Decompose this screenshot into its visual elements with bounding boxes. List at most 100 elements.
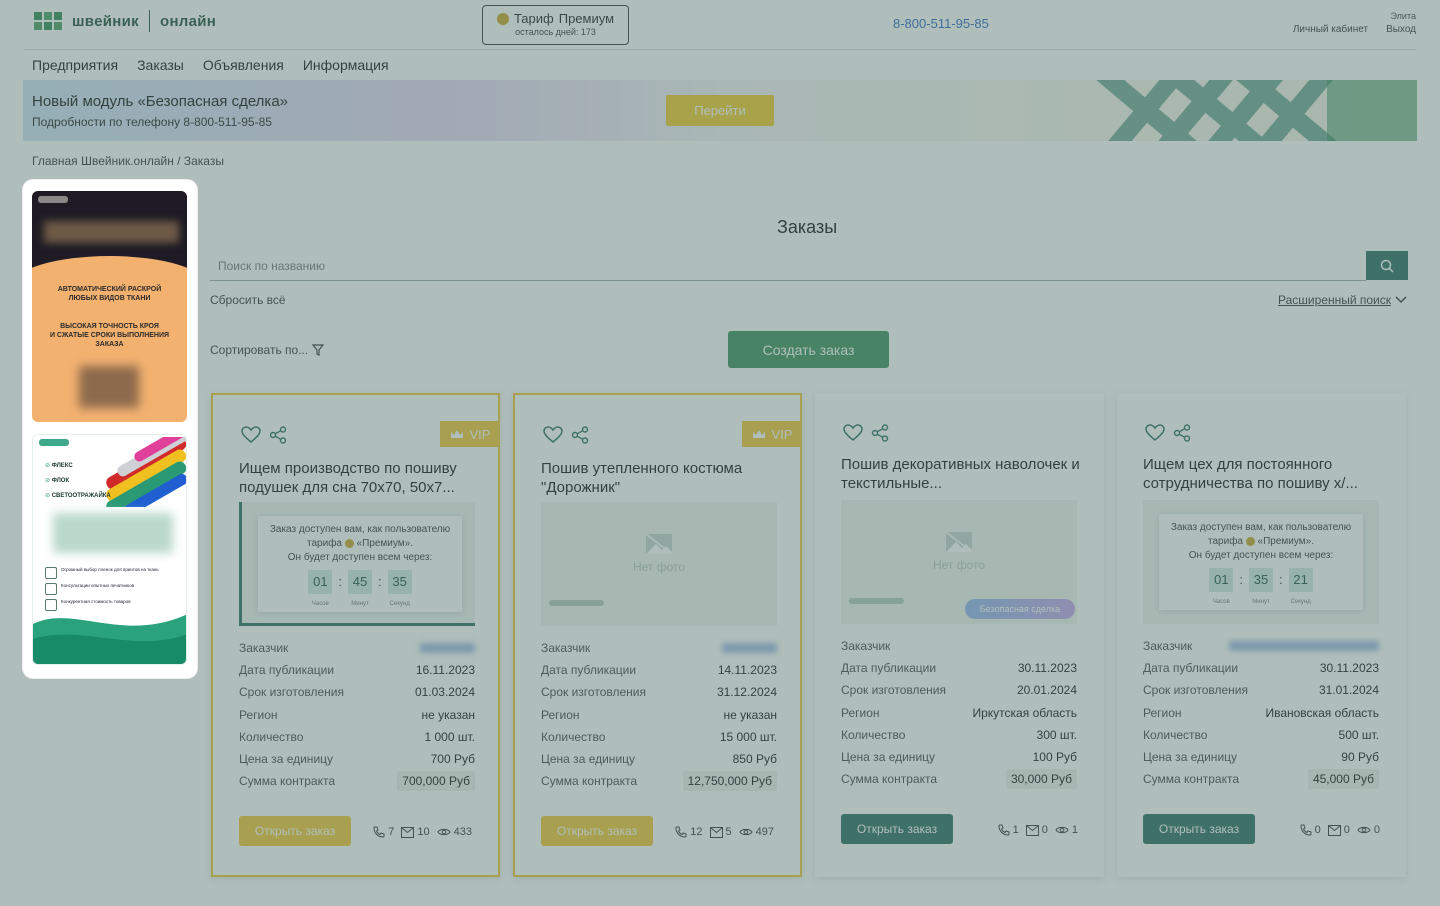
published-value: 30.11.2023 bbox=[1017, 661, 1077, 676]
sort-label: Сортировать по... bbox=[210, 343, 309, 357]
promo-banner: Новый модуль «Безопасная сделка» Подробн… bbox=[23, 80, 1417, 141]
total-label: Сумма контракта bbox=[239, 774, 335, 789]
header-phone[interactable]: 8-800-511-95-85 bbox=[893, 16, 989, 31]
published-label: Дата публикации bbox=[841, 661, 937, 676]
published-value: 16.11.2023 bbox=[415, 663, 475, 678]
premium-timer: Заказ доступен вам, как пользователю тар… bbox=[1159, 514, 1363, 610]
search-button[interactable] bbox=[1366, 251, 1408, 280]
ad-label-badge bbox=[38, 196, 68, 203]
order-stats: 12 5 497 bbox=[675, 826, 774, 838]
feature-icon bbox=[45, 583, 57, 595]
timer-seconds-label: Секунд bbox=[1290, 599, 1311, 605]
heart-icon[interactable] bbox=[1145, 424, 1165, 442]
watermark-logo bbox=[849, 598, 904, 604]
mail-icon bbox=[709, 826, 723, 838]
order-image: Заказ доступен вам, как пользователю тар… bbox=[1143, 500, 1379, 624]
deadline-label: Срок изготовления bbox=[841, 683, 946, 698]
sort-dropdown[interactable]: Сортировать по... bbox=[210, 343, 325, 357]
calls-count: 1 bbox=[1012, 824, 1019, 836]
timer-hours-label: Часов bbox=[311, 601, 329, 607]
premium-icon bbox=[1245, 536, 1255, 546]
timer-seconds: 35 bbox=[387, 570, 412, 594]
share-icon[interactable] bbox=[269, 426, 287, 444]
banner-go-button[interactable]: Перейти bbox=[666, 95, 774, 126]
order-card: VIP Пошив утепленного костюма "Дорожник"… bbox=[513, 393, 802, 877]
timer-seconds-label: Секунд bbox=[389, 601, 410, 607]
open-order-button[interactable]: Открыть заказ bbox=[1143, 814, 1255, 844]
premium-timer: Заказ доступен вам, как пользователю тар… bbox=[258, 516, 462, 612]
customer-label: Заказчик bbox=[541, 641, 591, 656]
no-photo-label: Нет фото bbox=[632, 560, 686, 574]
cabinet-link[interactable]: Личный кабинет bbox=[1293, 24, 1368, 35]
timer-minutes-label: Минут bbox=[1252, 599, 1270, 605]
ad-banner-films[interactable]: ФЛЕКС ФЛОК СВЕТООТРАЖАЙКА Огромный выбор… bbox=[32, 434, 187, 665]
open-order-button[interactable]: Открыть заказ bbox=[841, 814, 953, 844]
timer-line3: Он будет доступен всем через: bbox=[1188, 550, 1334, 561]
timer-hours-label: Часов bbox=[1212, 599, 1230, 605]
ad-banner-cutting[interactable]: АВТОМАТИЧЕСКИЙ РАСКРОЙ ЛЮБЫХ ВИДОВ ТКАНИ… bbox=[32, 191, 187, 422]
views-count: 497 bbox=[755, 826, 774, 838]
timer-seconds: 21 bbox=[1288, 568, 1313, 592]
nav-item-orders[interactable]: Заказы bbox=[137, 57, 184, 73]
logout-link[interactable]: Выход bbox=[1386, 24, 1416, 35]
unit-price-label: Цена за единицу bbox=[239, 752, 334, 767]
nav-item-ads[interactable]: Объявления bbox=[203, 57, 284, 73]
phone-icon bbox=[675, 826, 687, 838]
vip-label: VIP bbox=[771, 426, 793, 442]
nav-item-enterprises[interactable]: Предприятия bbox=[32, 57, 118, 73]
region-label: Регион bbox=[841, 705, 880, 720]
ad2-product-list: ФЛЕКС ФЛОК СВЕТООТРАЖАЙКА bbox=[45, 459, 111, 504]
unit-price-value: 850 Руб bbox=[732, 752, 777, 767]
quantity-label: Количество bbox=[1143, 727, 1208, 742]
order-title[interactable]: Ищем цех для постоянного сотрудничества … bbox=[1143, 455, 1383, 493]
timer-line2b: «Премиум». bbox=[1257, 536, 1314, 547]
published-label: Дата публикации bbox=[1143, 661, 1239, 676]
order-info: Заказчик Дата публикации 14.11.2023 Срок … bbox=[541, 637, 777, 792]
customer-label: Заказчик bbox=[239, 641, 289, 656]
customer-value-hidden bbox=[722, 643, 777, 654]
timer-line3: Он будет доступен всем через: bbox=[287, 552, 433, 563]
advanced-search-toggle[interactable]: Расширенный поиск bbox=[1278, 293, 1407, 307]
total-value: 700,000 Руб bbox=[397, 771, 475, 792]
site-logo[interactable]: швейник онлайн bbox=[34, 10, 216, 32]
messages-count: 0 bbox=[1041, 824, 1048, 836]
order-info: Заказчик Дата публикации 30.11.2023 Срок … bbox=[1143, 635, 1379, 790]
tariff-badge[interactable]: Тариф Премиум осталось дней: 173 bbox=[482, 5, 629, 45]
vip-badge: VIP bbox=[440, 421, 500, 447]
timer-hours: 01 bbox=[308, 570, 333, 594]
banner-subtitle: Подробности по телефону 8-800-511-95-85 bbox=[32, 115, 272, 129]
total-label: Сумма контракта bbox=[1143, 772, 1239, 787]
no-photo-icon bbox=[946, 532, 972, 552]
order-title[interactable]: Пошив утепленного костюма "Дорожник" bbox=[541, 459, 781, 497]
share-icon[interactable] bbox=[571, 426, 589, 444]
premium-icon bbox=[344, 538, 354, 548]
share-icon[interactable] bbox=[871, 424, 889, 442]
heart-icon[interactable] bbox=[543, 426, 563, 444]
views-count: 433 bbox=[453, 826, 472, 838]
order-info: Заказчик Дата публикации 16.11.2023 Срок … bbox=[239, 637, 475, 792]
open-order-button[interactable]: Открыть заказ bbox=[541, 816, 653, 846]
search-input[interactable] bbox=[210, 251, 1366, 281]
deadline-value: 31.12.2024 bbox=[716, 685, 777, 700]
open-order-button[interactable]: Открыть заказ bbox=[239, 816, 351, 846]
heart-icon[interactable] bbox=[843, 424, 863, 442]
create-order-button[interactable]: Создать заказ bbox=[728, 331, 889, 368]
deadline-value: 31.01.2024 bbox=[1318, 683, 1379, 698]
reset-filters-link[interactable]: Сбросить всё bbox=[210, 293, 286, 307]
breadcrumb[interactable]: Главная Швейник.онлайн / Заказы bbox=[32, 154, 224, 168]
share-icon[interactable] bbox=[1173, 424, 1191, 442]
region-label: Регион bbox=[1143, 705, 1182, 720]
region-label: Регион bbox=[239, 707, 278, 722]
region-value: не указан bbox=[723, 707, 778, 722]
ad2-feature-1: Огромный выбор пленок для принтов на тка… bbox=[61, 567, 159, 572]
page-title: Заказы bbox=[777, 217, 838, 237]
order-title[interactable]: Пошив декоративных наволочек и текстильн… bbox=[841, 455, 1081, 493]
nav-item-info[interactable]: Информация bbox=[303, 57, 389, 73]
heart-icon[interactable] bbox=[241, 426, 261, 444]
views-count: 1 bbox=[1071, 824, 1078, 836]
order-title[interactable]: Ищем производство по пошиву подушек для … bbox=[239, 459, 479, 497]
messages-count: 10 bbox=[417, 826, 430, 838]
calls-count: 0 bbox=[1314, 824, 1321, 836]
mail-icon bbox=[1025, 824, 1039, 836]
timer-line2a: тарифа bbox=[307, 538, 342, 549]
